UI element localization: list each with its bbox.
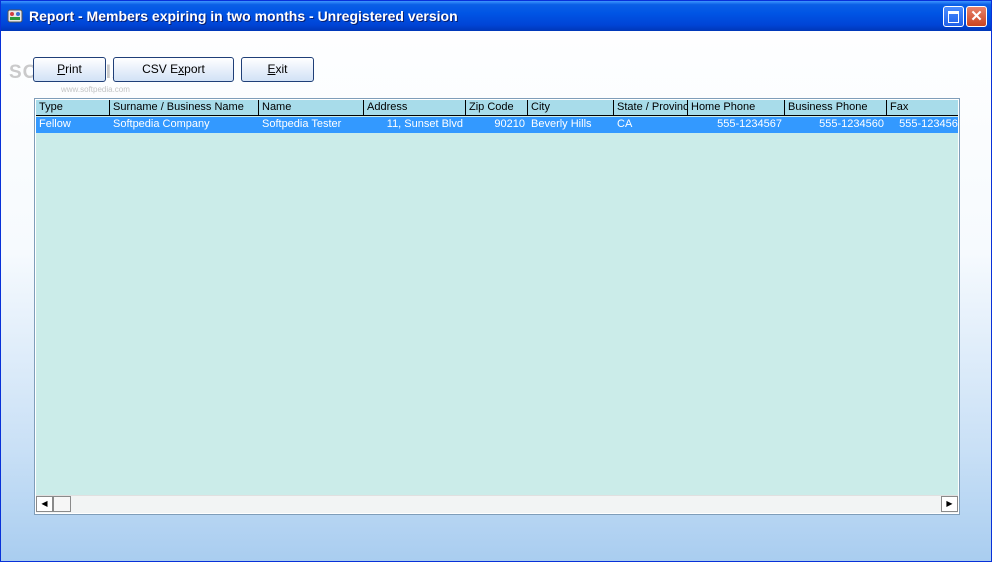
exit-accel: E	[267, 62, 276, 76]
cell-address: 11, Sunset Blvd	[386, 118, 463, 130]
grid-body[interactable]: Type Surname / Business Name Name Addres…	[36, 100, 958, 495]
csv-export-button[interactable]: CSV Export	[113, 57, 234, 82]
cell-name: Softpedia Tester	[262, 118, 342, 130]
cell-state: CA	[617, 118, 633, 130]
close-icon: ✕	[970, 8, 983, 25]
scroll-left-button[interactable]: ◀	[36, 496, 53, 512]
arrow-left-icon: ◀	[41, 499, 48, 508]
cell-home-phone: 555-1234567	[717, 118, 782, 130]
maximize-icon	[948, 11, 959, 23]
col-header-fax[interactable]: Fax	[887, 100, 958, 116]
report-window: Report - Members expiring in two months …	[0, 0, 992, 562]
scroll-right-button[interactable]: ▶	[941, 496, 958, 512]
col-header-business-phone[interactable]: Business Phone	[785, 100, 887, 116]
close-button[interactable]: ✕	[966, 6, 987, 27]
cell-fax: 555-1234569	[899, 118, 958, 130]
print-accel: P	[57, 62, 66, 76]
col-header-type[interactable]: Type	[36, 100, 110, 116]
col-header-city[interactable]: City	[528, 100, 614, 116]
report-grid[interactable]: Type Surname / Business Name Name Addres…	[34, 98, 960, 515]
table-row[interactable]: Fellow Softpedia Company Softpedia Teste…	[36, 117, 958, 133]
col-header-home-phone[interactable]: Home Phone	[688, 100, 785, 116]
cell-type: Fellow	[39, 118, 71, 130]
cell-zip: 90210	[494, 118, 525, 130]
exit-button[interactable]: Exit	[241, 57, 314, 82]
watermark-url: www.softpedia.com	[61, 85, 130, 94]
scroll-thumb[interactable]	[53, 496, 71, 512]
cell-surname: Softpedia Company	[113, 118, 210, 130]
horizontal-scrollbar[interactable]: ◀ ▶	[36, 495, 958, 513]
col-header-address[interactable]: Address	[364, 100, 466, 116]
window-title: Report - Members expiring in two months …	[29, 8, 458, 24]
col-header-state[interactable]: State / Province	[614, 100, 688, 116]
print-button[interactable]: Print	[33, 57, 106, 82]
cell-city: Beverly Hills	[531, 118, 592, 130]
col-header-name[interactable]: Name	[259, 100, 364, 116]
col-header-surname[interactable]: Surname / Business Name	[110, 100, 259, 116]
app-icon	[7, 9, 23, 23]
title-bar[interactable]: Report - Members expiring in two months …	[1, 1, 991, 31]
col-header-zip[interactable]: Zip Code	[466, 100, 528, 116]
arrow-right-icon: ▶	[946, 499, 953, 508]
maximize-button[interactable]	[943, 6, 964, 27]
cell-business-phone: 555-1234560	[819, 118, 884, 130]
